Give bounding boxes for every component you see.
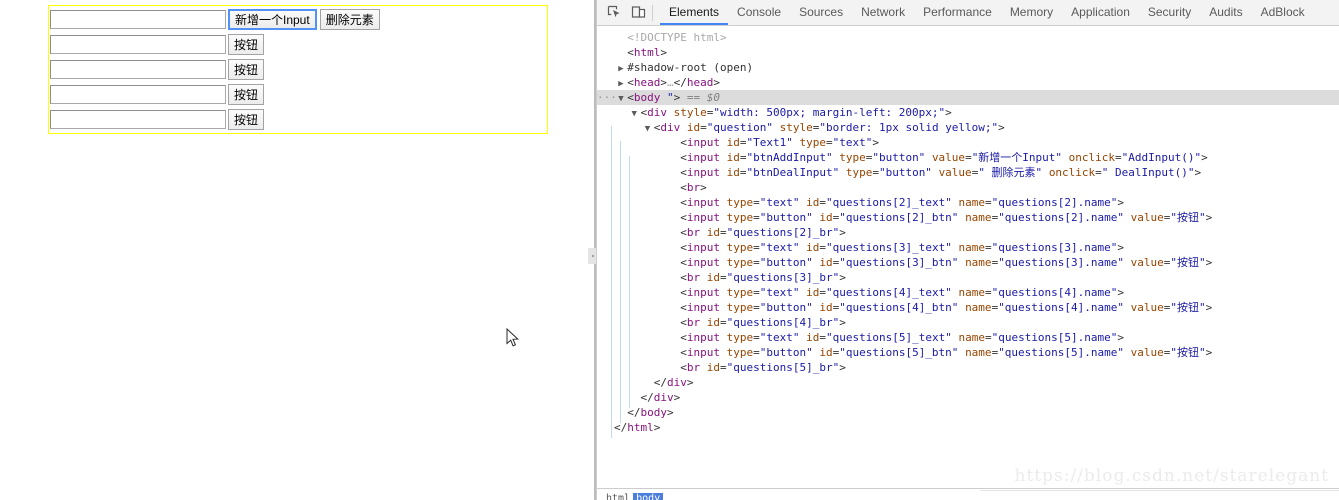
dom-tree-line[interactable]: <br id="questions[5]_br"> (597, 360, 1339, 375)
question-text-input-4[interactable] (50, 85, 226, 104)
dom-tree-line[interactable]: <br id="questions[2]_br"> (597, 225, 1339, 240)
question-button-5[interactable] (228, 109, 265, 130)
question-row (49, 57, 547, 82)
breadcrumb-item-html[interactable]: html (603, 493, 633, 500)
breadcrumb-list: html body (603, 493, 664, 500)
question-button-4[interactable] (228, 84, 265, 105)
devtools-toolbar: Elements Console Sources Network Performance… (597, 0, 1339, 26)
tab-security[interactable]: Security (1139, 0, 1200, 25)
dom-tree-line[interactable]: <input id="btnDealInput" type="button" v… (597, 165, 1339, 180)
device-toolbar-icon[interactable] (626, 1, 650, 25)
tab-console[interactable]: Console (728, 0, 790, 25)
question-text-input-1[interactable] (50, 10, 226, 29)
dom-tree-line[interactable]: <input id="Text1" type="text"> (597, 135, 1339, 150)
devtools-toolbar-icons (597, 0, 660, 25)
devtools-panel: Elements Console Sources Network Performance… (596, 0, 1339, 500)
screen-root: ElementsConsoleSourcesNetworkPerformance… (0, 0, 1339, 500)
dom-tree-line[interactable]: <input type="text" id="questions[3]_text… (597, 240, 1339, 255)
dom-tree-line[interactable]: <!DOCTYPE html> (597, 30, 1339, 45)
tab-memory[interactable]: Memory (1001, 0, 1062, 25)
dom-tree-line[interactable]: </body> (597, 405, 1339, 420)
question-row (49, 107, 547, 132)
question-text-input-2[interactable] (50, 35, 226, 54)
dom-tree-view[interactable]: <!DOCTYPE html> <html> ▶ #shadow-root (op… (597, 27, 1339, 485)
dom-tree-line[interactable]: </html> (597, 420, 1339, 435)
tab-network[interactable]: Network (852, 0, 914, 25)
inspect-element-icon[interactable] (602, 1, 626, 25)
dom-tree-line[interactable]: <input type="button" id="questions[3]_bt… (597, 255, 1339, 270)
dom-tree-line[interactable]: <br> (597, 180, 1339, 195)
tab-sources[interactable]: Sources (790, 0, 852, 25)
dom-tree-line[interactable]: <br id="questions[4]_br"> (597, 315, 1339, 330)
delete-element-button[interactable] (319, 9, 380, 30)
page-content-wrapper (48, 5, 548, 134)
tab-adblock[interactable]: AdBlock (1252, 0, 1314, 25)
tab-elements[interactable]: Elements (660, 0, 729, 25)
grip-dot (591, 255, 594, 257)
dom-tree-line[interactable]: ▶ <head>…</head> (597, 75, 1339, 90)
dom-tree-line[interactable]: <input type="text" id="questions[4]_text… (597, 285, 1339, 300)
breadcrumb-item-body[interactable]: body (633, 493, 664, 500)
devtools-tab-bar: Elements Console Sources Network Performance… (660, 0, 1314, 25)
dom-tree-line[interactable]: <input type="text" id="questions[5]_text… (597, 330, 1339, 345)
watermark-text: https://blog.csdn.net/starelegant (1014, 466, 1329, 486)
dom-tree-line[interactable]: <br id="questions[3]_br"> (597, 270, 1339, 285)
question-row (49, 82, 547, 107)
dom-tree-line[interactable]: <input id="btnAddInput" type="button" va… (597, 150, 1339, 165)
question-text-input-3[interactable] (50, 60, 226, 79)
rendered-page-pane (0, 0, 594, 500)
dom-tree-line[interactable]: ▼ <div id="question" style="border: 1px s… (597, 120, 1339, 135)
dom-tree-line[interactable]: <input type="text" id="questions[2]_text… (597, 195, 1339, 210)
dom-tree-line[interactable]: </div> (597, 375, 1339, 390)
watermark-rule (980, 490, 1339, 491)
dom-tree-line[interactable]: <input type="button" id="questions[2]_bt… (597, 210, 1339, 225)
question-button-3[interactable] (228, 59, 265, 80)
question-row (49, 7, 547, 32)
question-text-input-5[interactable] (50, 110, 226, 129)
dom-tree-line[interactable]: ▼ <div style="width: 500px; margin-left: … (597, 105, 1339, 120)
tab-audits[interactable]: Audits (1200, 0, 1251, 25)
dom-tree-line[interactable]: ··· ▼ <body "> == $0 (597, 90, 1339, 105)
question-button-2[interactable] (228, 34, 265, 55)
dom-tree-line[interactable]: <input type="button" id="questions[4]_bt… (597, 300, 1339, 315)
dom-tree-line[interactable]: </div> (597, 390, 1339, 405)
mouse-cursor (506, 327, 520, 350)
dom-tree-line[interactable]: <html> (597, 45, 1339, 60)
tab-application[interactable]: Application (1062, 0, 1139, 25)
question-container (48, 5, 548, 134)
tab-performance[interactable]: Performance (914, 0, 1001, 25)
dom-tree-line[interactable]: ▶ #shadow-root (open) (597, 60, 1339, 75)
dom-tree-line[interactable]: <input type="button" id="questions[5]_bt… (597, 345, 1339, 360)
add-input-button[interactable] (228, 9, 317, 30)
toolbar-divider (652, 4, 653, 21)
question-row (49, 32, 547, 57)
